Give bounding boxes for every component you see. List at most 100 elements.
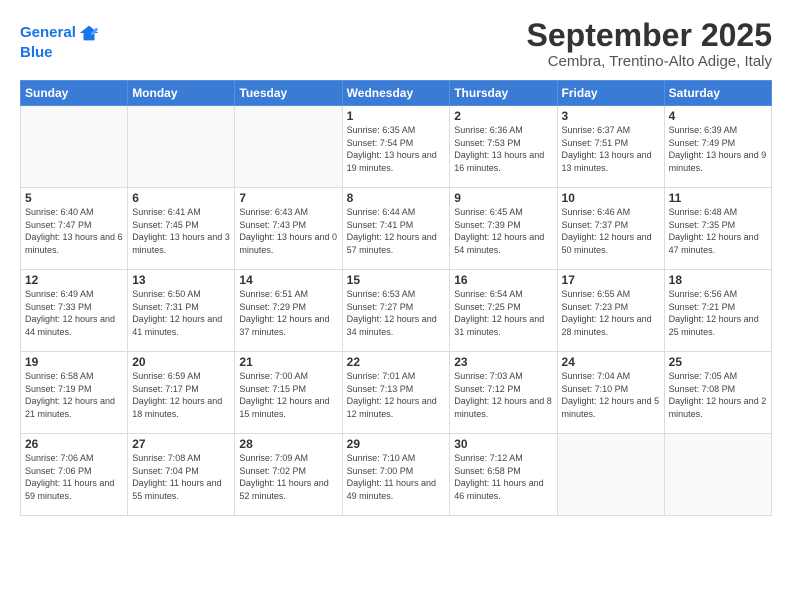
day-info: Sunrise: 6:55 AMSunset: 7:23 PMDaylight:…	[562, 289, 652, 337]
day-number: 16	[454, 273, 552, 287]
table-row: 17 Sunrise: 6:55 AMSunset: 7:23 PMDaylig…	[557, 270, 664, 352]
table-row: 16 Sunrise: 6:54 AMSunset: 7:25 PMDaylig…	[450, 270, 557, 352]
location-title: Cembra, Trentino-Alto Adige, Italy	[527, 53, 772, 70]
calendar-page: General Blue September 2025 Cembra, Tren…	[0, 0, 792, 612]
day-number: 14	[239, 273, 337, 287]
day-info: Sunrise: 7:08 AMSunset: 7:04 PMDaylight:…	[132, 453, 221, 501]
col-tuesday: Tuesday	[235, 81, 342, 106]
table-row: 7 Sunrise: 6:43 AMSunset: 7:43 PMDayligh…	[235, 188, 342, 270]
day-number: 15	[347, 273, 446, 287]
table-row: 4 Sunrise: 6:39 AMSunset: 7:49 PMDayligh…	[664, 106, 771, 188]
table-row: 26 Sunrise: 7:06 AMSunset: 7:06 PMDaylig…	[21, 434, 128, 516]
day-info: Sunrise: 6:48 AMSunset: 7:35 PMDaylight:…	[669, 207, 759, 255]
calendar-table: Sunday Monday Tuesday Wednesday Thursday…	[20, 80, 772, 516]
month-title: September 2025	[527, 18, 772, 53]
col-wednesday: Wednesday	[342, 81, 450, 106]
day-number: 13	[132, 273, 230, 287]
table-row: 25 Sunrise: 7:05 AMSunset: 7:08 PMDaylig…	[664, 352, 771, 434]
day-info: Sunrise: 7:10 AMSunset: 7:00 PMDaylight:…	[347, 453, 436, 501]
day-info: Sunrise: 6:45 AMSunset: 7:39 PMDaylight:…	[454, 207, 544, 255]
day-info: Sunrise: 6:41 AMSunset: 7:45 PMDaylight:…	[132, 207, 230, 255]
day-info: Sunrise: 7:04 AMSunset: 7:10 PMDaylight:…	[562, 371, 660, 419]
col-thursday: Thursday	[450, 81, 557, 106]
day-info: Sunrise: 7:12 AMSunset: 6:58 PMDaylight:…	[454, 453, 543, 501]
table-row: 19 Sunrise: 6:58 AMSunset: 7:19 PMDaylig…	[21, 352, 128, 434]
table-row: 22 Sunrise: 7:01 AMSunset: 7:13 PMDaylig…	[342, 352, 450, 434]
table-row: 9 Sunrise: 6:45 AMSunset: 7:39 PMDayligh…	[450, 188, 557, 270]
table-row: 3 Sunrise: 6:37 AMSunset: 7:51 PMDayligh…	[557, 106, 664, 188]
day-info: Sunrise: 6:43 AMSunset: 7:43 PMDaylight:…	[239, 207, 337, 255]
day-info: Sunrise: 7:00 AMSunset: 7:15 PMDaylight:…	[239, 371, 329, 419]
logo-text: General	[20, 24, 76, 42]
day-info: Sunrise: 7:05 AMSunset: 7:08 PMDaylight:…	[669, 371, 767, 419]
day-info: Sunrise: 7:06 AMSunset: 7:06 PMDaylight:…	[25, 453, 114, 501]
day-info: Sunrise: 6:49 AMSunset: 7:33 PMDaylight:…	[25, 289, 115, 337]
table-row: 28 Sunrise: 7:09 AMSunset: 7:02 PMDaylig…	[235, 434, 342, 516]
day-info: Sunrise: 6:44 AMSunset: 7:41 PMDaylight:…	[347, 207, 437, 255]
day-number: 21	[239, 355, 337, 369]
day-number: 18	[669, 273, 767, 287]
table-row: 18 Sunrise: 6:56 AMSunset: 7:21 PMDaylig…	[664, 270, 771, 352]
header: General Blue September 2025 Cembra, Tren…	[20, 18, 772, 70]
day-info: Sunrise: 7:09 AMSunset: 7:02 PMDaylight:…	[239, 453, 328, 501]
table-row	[557, 434, 664, 516]
table-row	[235, 106, 342, 188]
table-row: 20 Sunrise: 6:59 AMSunset: 7:17 PMDaylig…	[128, 352, 235, 434]
day-number: 26	[25, 437, 123, 451]
day-info: Sunrise: 6:36 AMSunset: 7:53 PMDaylight:…	[454, 125, 544, 173]
col-friday: Friday	[557, 81, 664, 106]
day-number: 25	[669, 355, 767, 369]
day-number: 27	[132, 437, 230, 451]
table-row: 11 Sunrise: 6:48 AMSunset: 7:35 PMDaylig…	[664, 188, 771, 270]
table-row: 23 Sunrise: 7:03 AMSunset: 7:12 PMDaylig…	[450, 352, 557, 434]
table-row	[664, 434, 771, 516]
table-row: 30 Sunrise: 7:12 AMSunset: 6:58 PMDaylig…	[450, 434, 557, 516]
table-row: 21 Sunrise: 7:00 AMSunset: 7:15 PMDaylig…	[235, 352, 342, 434]
day-number: 12	[25, 273, 123, 287]
day-info: Sunrise: 7:01 AMSunset: 7:13 PMDaylight:…	[347, 371, 437, 419]
day-number: 28	[239, 437, 337, 451]
table-row: 15 Sunrise: 6:53 AMSunset: 7:27 PMDaylig…	[342, 270, 450, 352]
day-number: 24	[562, 355, 660, 369]
day-info: Sunrise: 7:03 AMSunset: 7:12 PMDaylight:…	[454, 371, 552, 419]
day-info: Sunrise: 6:40 AMSunset: 7:47 PMDaylight:…	[25, 207, 123, 255]
col-monday: Monday	[128, 81, 235, 106]
day-info: Sunrise: 6:39 AMSunset: 7:49 PMDaylight:…	[669, 125, 767, 173]
table-row: 8 Sunrise: 6:44 AMSunset: 7:41 PMDayligh…	[342, 188, 450, 270]
table-row: 29 Sunrise: 7:10 AMSunset: 7:00 PMDaylig…	[342, 434, 450, 516]
table-row: 27 Sunrise: 7:08 AMSunset: 7:04 PMDaylig…	[128, 434, 235, 516]
day-number: 29	[347, 437, 446, 451]
day-info: Sunrise: 6:56 AMSunset: 7:21 PMDaylight:…	[669, 289, 759, 337]
day-number: 22	[347, 355, 446, 369]
day-info: Sunrise: 6:51 AMSunset: 7:29 PMDaylight:…	[239, 289, 329, 337]
day-info: Sunrise: 6:53 AMSunset: 7:27 PMDaylight:…	[347, 289, 437, 337]
day-number: 11	[669, 191, 767, 205]
day-info: Sunrise: 6:59 AMSunset: 7:17 PMDaylight:…	[132, 371, 222, 419]
table-row: 10 Sunrise: 6:46 AMSunset: 7:37 PMDaylig…	[557, 188, 664, 270]
day-number: 2	[454, 109, 552, 123]
day-number: 7	[239, 191, 337, 205]
day-number: 4	[669, 109, 767, 123]
table-row	[21, 106, 128, 188]
day-number: 1	[347, 109, 446, 123]
calendar-header-row: Sunday Monday Tuesday Wednesday Thursday…	[21, 81, 772, 106]
day-info: Sunrise: 6:37 AMSunset: 7:51 PMDaylight:…	[562, 125, 652, 173]
table-row: 1 Sunrise: 6:35 AMSunset: 7:54 PMDayligh…	[342, 106, 450, 188]
day-number: 19	[25, 355, 123, 369]
day-number: 3	[562, 109, 660, 123]
day-info: Sunrise: 6:46 AMSunset: 7:37 PMDaylight:…	[562, 207, 652, 255]
day-info: Sunrise: 6:50 AMSunset: 7:31 PMDaylight:…	[132, 289, 222, 337]
day-info: Sunrise: 6:35 AMSunset: 7:54 PMDaylight:…	[347, 125, 437, 173]
day-number: 5	[25, 191, 123, 205]
table-row: 24 Sunrise: 7:04 AMSunset: 7:10 PMDaylig…	[557, 352, 664, 434]
day-info: Sunrise: 6:58 AMSunset: 7:19 PMDaylight:…	[25, 371, 115, 419]
logo: General Blue	[20, 22, 100, 62]
logo-subtext: Blue	[20, 44, 53, 61]
table-row: 5 Sunrise: 6:40 AMSunset: 7:47 PMDayligh…	[21, 188, 128, 270]
day-number: 30	[454, 437, 552, 451]
table-row: 2 Sunrise: 6:36 AMSunset: 7:53 PMDayligh…	[450, 106, 557, 188]
day-number: 6	[132, 191, 230, 205]
day-number: 10	[562, 191, 660, 205]
day-info: Sunrise: 6:54 AMSunset: 7:25 PMDaylight:…	[454, 289, 544, 337]
logo-icon	[78, 22, 100, 44]
